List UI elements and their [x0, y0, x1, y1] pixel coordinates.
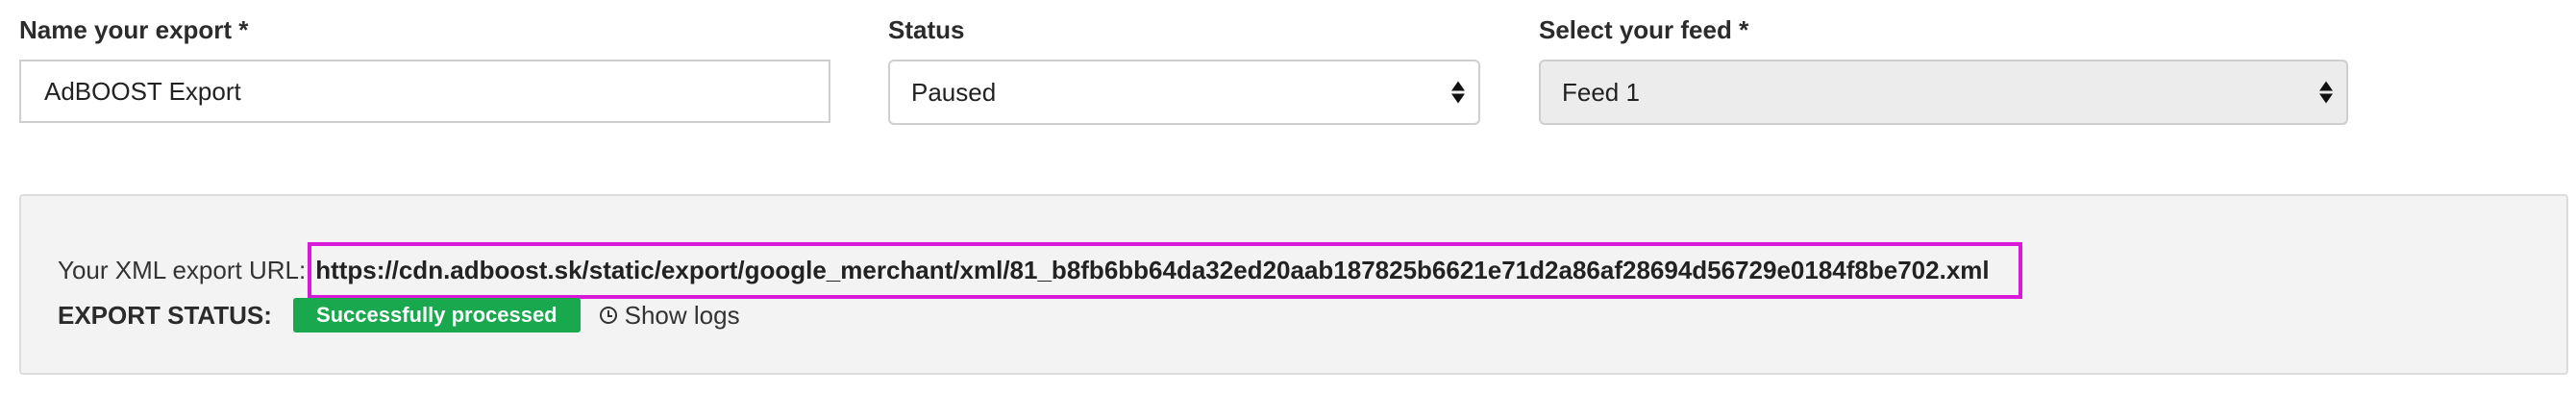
export-url-row: Your XML export URL: https://cdn.adboost…	[58, 242, 2022, 299]
chevron-up-down-icon	[2319, 81, 2333, 104]
feed-select[interactable]: Feed 1	[1539, 60, 2348, 125]
clock-icon	[599, 307, 617, 324]
export-info-panel: Your XML export URL: https://cdn.adboost…	[19, 194, 2568, 375]
feed-select-value: Feed 1	[1562, 77, 1640, 107]
show-logs-link[interactable]: Show logs	[599, 300, 740, 331]
feed-label: Select your feed *	[1539, 15, 1749, 44]
status-badge: Successfully processed	[292, 298, 581, 332]
status-label: Status	[888, 15, 965, 44]
status-select-value: Paused	[911, 77, 997, 107]
status-select[interactable]: Paused	[888, 60, 1480, 125]
show-logs-label: Show logs	[624, 300, 740, 330]
chevron-up-down-icon	[1451, 81, 1465, 104]
export-name-label: Name your export *	[19, 15, 249, 44]
export-status-label: EXPORT STATUS:	[58, 300, 272, 330]
export-url-link[interactable]: https://cdn.adboost.sk/static/export/goo…	[308, 242, 2022, 299]
export-name-input[interactable]	[19, 60, 830, 123]
export-url-label: Your XML export URL:	[58, 256, 307, 284]
export-status-row: EXPORT STATUS: Successfully processed Sh…	[58, 298, 740, 332]
